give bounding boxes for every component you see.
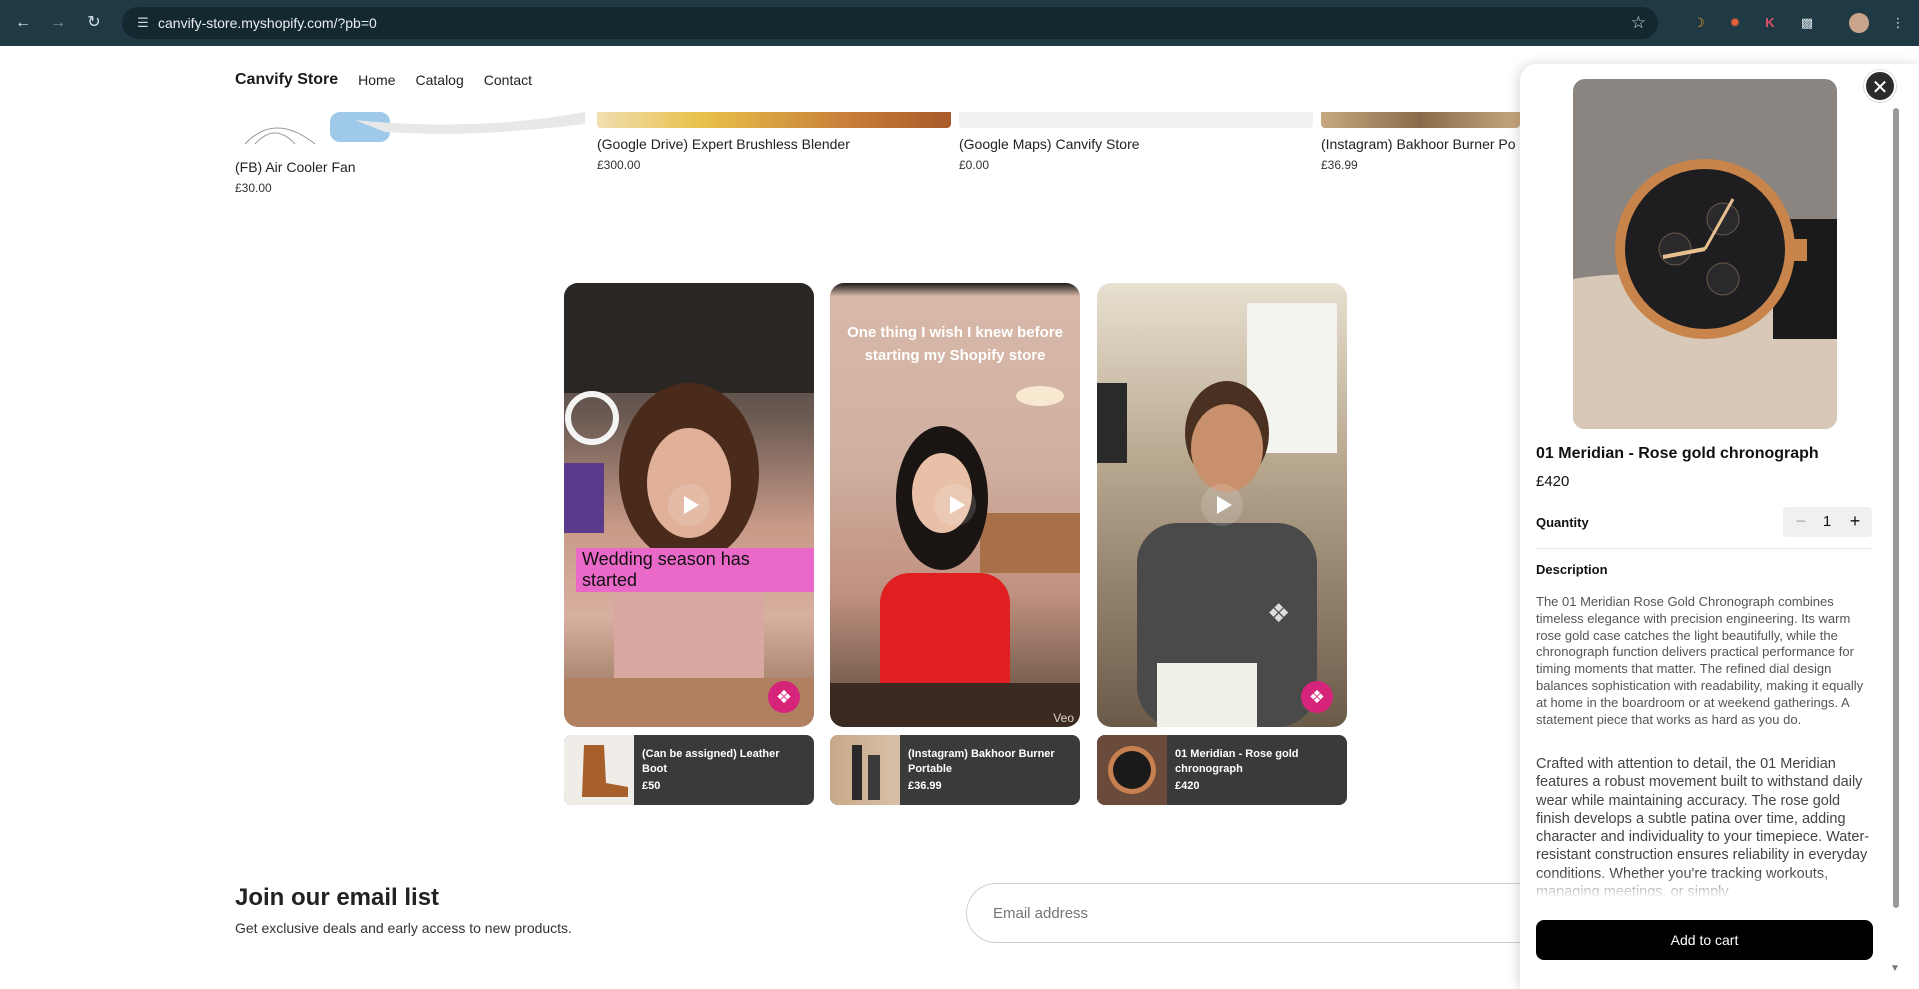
video-overlay-text: Wedding season has started [576, 548, 814, 592]
product-image-watch [1573, 79, 1837, 429]
email-signup-title: Join our email list [235, 884, 440, 911]
drawer-scrollbar[interactable] [1893, 108, 1899, 908]
extension-moon-icon[interactable]: ☽ [1688, 12, 1710, 34]
video-card[interactable]: Wedding season has started ❖ [564, 283, 814, 727]
product-image-burner [1321, 112, 1520, 128]
play-icon[interactable] [934, 484, 976, 526]
product-card[interactable]: (FB) Air Cooler Fan £30.00 [235, 112, 585, 195]
bookmark-star-icon[interactable]: ☆ [1631, 13, 1646, 33]
add-to-cart-button[interactable]: Add to cart [1536, 920, 1873, 960]
product-price: £0.00 [959, 158, 990, 172]
url-text: canvify-store.myshopify.com/?pb=0 [158, 15, 377, 31]
email-input[interactable] [966, 883, 1586, 943]
product-thumbnail [1097, 735, 1167, 805]
site-info-icon[interactable]: ☰ [134, 14, 152, 32]
store-brand[interactable]: Canvify Store [235, 71, 338, 89]
quantity-label: Quantity [1536, 515, 1589, 530]
product-price: £300.00 [597, 158, 641, 172]
product-name: (FB) Air Cooler Fan [235, 159, 356, 175]
description-label: Description [1536, 562, 1608, 577]
nav-home[interactable]: Home [358, 72, 395, 88]
video-product-price: £50 [642, 780, 661, 792]
browser-menu-icon[interactable]: ⋮ [1887, 12, 1909, 34]
shirt-logo-icon: ❖ [1267, 598, 1291, 628]
video-product-name: (Instagram) Bakhoor Burner Portable [908, 748, 1055, 775]
video-product-card[interactable]: (Can be assigned) Leather Boot £50 [564, 735, 814, 805]
description-fade [1536, 872, 1874, 898]
product-image-map [959, 112, 1313, 128]
video-overlay-text: One thing I wish I knew before starting … [847, 324, 1063, 364]
reload-icon[interactable]: ↻ [83, 12, 105, 34]
quantity-increase-button[interactable]: + [1845, 511, 1865, 531]
forward-icon[interactable]: → [47, 12, 69, 34]
store-header: Canvify Store Home Catalog Contact [235, 68, 552, 92]
email-signup-subtitle: Get exclusive deals and early access to … [235, 920, 572, 936]
scroll-down-arrow-icon[interactable]: ▼ [1890, 963, 1900, 974]
quantity-stepper: − 1 + [1783, 507, 1872, 537]
brand-logo-icon: ❖ [768, 681, 800, 713]
address-bar[interactable]: ☰ canvify-store.myshopify.com/?pb=0 ☆ [122, 7, 1658, 39]
product-card[interactable]: (Google Drive) Expert Brushless Blender … [597, 112, 951, 172]
video-card[interactable]: ❖ ❖ [1097, 283, 1347, 727]
video-product-card[interactable]: 01 Meridian - Rose gold chronograph £420 [1097, 735, 1347, 805]
product-price: £30.00 [235, 181, 272, 195]
product-image-blender [597, 112, 951, 128]
product-name: (Google Drive) Expert Brushless Blender [597, 136, 850, 152]
extension-burst-icon[interactable]: ✹ [1724, 12, 1746, 34]
play-icon[interactable] [668, 484, 710, 526]
extension-k-icon[interactable]: K [1759, 12, 1781, 34]
video-product-price: £420 [1175, 780, 1200, 792]
profile-avatar[interactable] [1849, 13, 1869, 33]
drawer-product-price: £420 [1536, 473, 1570, 490]
divider [1536, 548, 1872, 549]
description-paragraph: The 01 Meridian Rose Gold Chronograph co… [1536, 594, 1864, 727]
close-drawer-button[interactable]: ✕ [1864, 70, 1896, 102]
browser-toolbar: ← → ↻ ☰ canvify-store.myshopify.com/?pb=… [0, 0, 1919, 46]
video-watermark: Veo [1053, 711, 1074, 725]
nav-catalog[interactable]: Catalog [416, 72, 464, 88]
video-card[interactable]: One thing I wish I knew before starting … [830, 283, 1080, 727]
drawer-product-title: 01 Meridian - Rose gold chronograph [1536, 445, 1819, 462]
product-name: (Google Maps) Canvify Store [959, 136, 1140, 152]
play-icon[interactable] [1201, 484, 1243, 526]
product-card[interactable]: (Google Maps) Canvify Store £0.00 [959, 112, 1313, 172]
nav-contact[interactable]: Contact [484, 72, 532, 88]
product-price: £36.99 [1321, 158, 1358, 172]
product-thumbnail [564, 735, 634, 805]
product-thumbnail [830, 735, 900, 805]
extensions-puzzle-icon[interactable]: ▩ [1796, 12, 1818, 34]
quantity-decrease-button[interactable]: − [1791, 511, 1811, 531]
product-card[interactable]: (Instagram) Bakhoor Burner Po £36.99 [1321, 112, 1520, 172]
video-product-name: (Can be assigned) Leather Boot [642, 748, 780, 775]
video-product-name: 01 Meridian - Rose gold chronograph [1175, 748, 1299, 775]
quantity-value[interactable]: 1 [1817, 513, 1837, 530]
brand-logo-icon: ❖ [1301, 681, 1333, 713]
back-icon[interactable]: ← [12, 12, 34, 34]
product-name: (Instagram) Bakhoor Burner Po [1321, 136, 1516, 152]
product-image-fan [244, 112, 585, 145]
video-product-price: £36.99 [908, 780, 942, 792]
video-product-card[interactable]: (Instagram) Bakhoor Burner Portable £36.… [830, 735, 1080, 805]
